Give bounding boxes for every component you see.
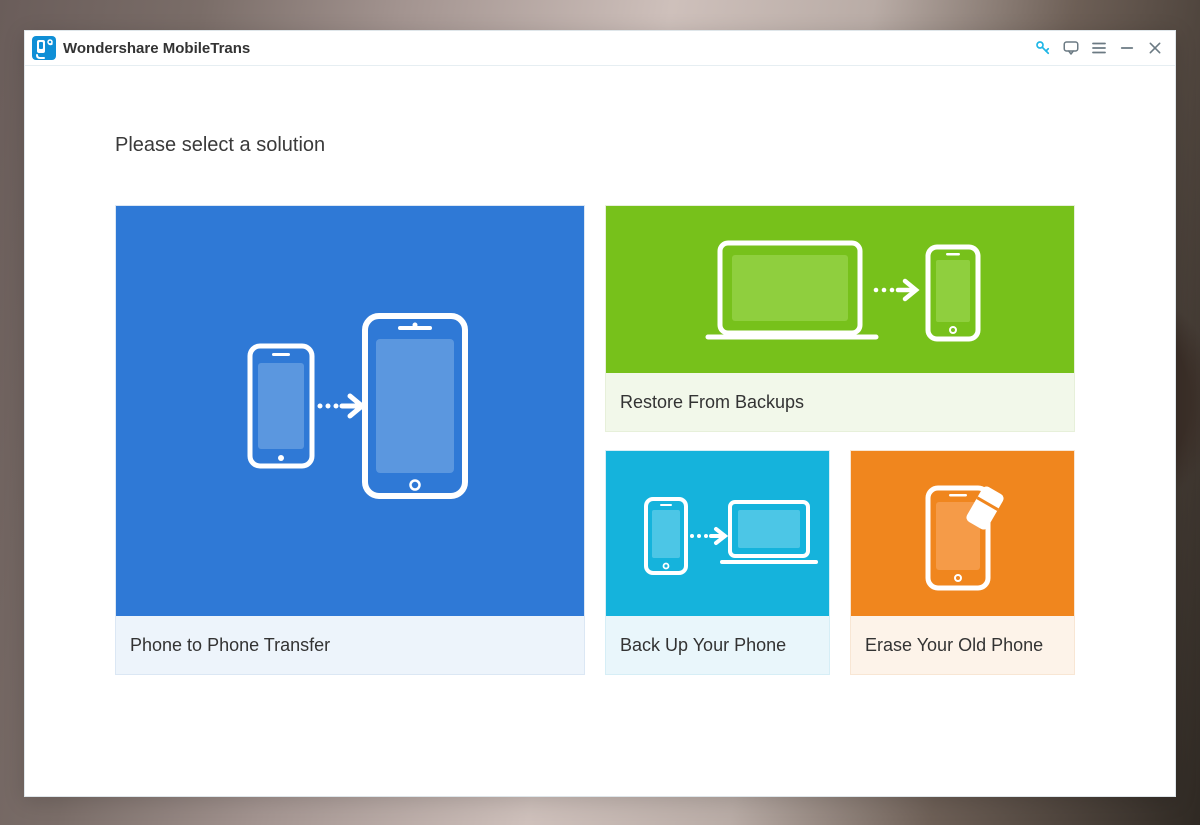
app-logo-icon	[31, 35, 57, 61]
feedback-icon[interactable]	[1057, 34, 1085, 62]
card-label: Phone to Phone Transfer	[116, 616, 584, 674]
main-content: Please select a solution	[25, 66, 1175, 695]
app-window: Wondershare MobileTrans	[24, 30, 1176, 797]
card-label: Restore From Backups	[606, 373, 1074, 431]
card-restore-from-backups[interactable]: Restore From Backups	[605, 205, 1075, 432]
bottom-row: Back Up Your Phone	[605, 450, 1075, 675]
close-icon[interactable]	[1141, 34, 1169, 62]
card-erase-phone[interactable]: Erase Your Old Phone	[850, 450, 1075, 675]
phone-to-phone-icon	[116, 206, 584, 616]
solution-grid: Phone to Phone Transfer	[115, 205, 1085, 675]
minimize-icon[interactable]	[1113, 34, 1141, 62]
card-phone-to-phone[interactable]: Phone to Phone Transfer	[115, 205, 585, 675]
right-column: Restore From Backups	[605, 205, 1075, 675]
card-label: Back Up Your Phone	[606, 616, 829, 674]
page-heading: Please select a solution	[115, 134, 1085, 157]
restore-icon	[606, 206, 1074, 373]
erase-icon	[851, 451, 1074, 616]
desktop-background: Wondershare MobileTrans	[0, 0, 1200, 825]
key-icon[interactable]	[1029, 34, 1057, 62]
title-bar: Wondershare MobileTrans	[25, 31, 1175, 66]
menu-icon[interactable]	[1085, 34, 1113, 62]
backup-icon	[606, 451, 829, 616]
app-title: Wondershare MobileTrans	[63, 40, 250, 57]
card-label: Erase Your Old Phone	[851, 616, 1074, 674]
card-back-up-phone[interactable]: Back Up Your Phone	[605, 450, 830, 675]
